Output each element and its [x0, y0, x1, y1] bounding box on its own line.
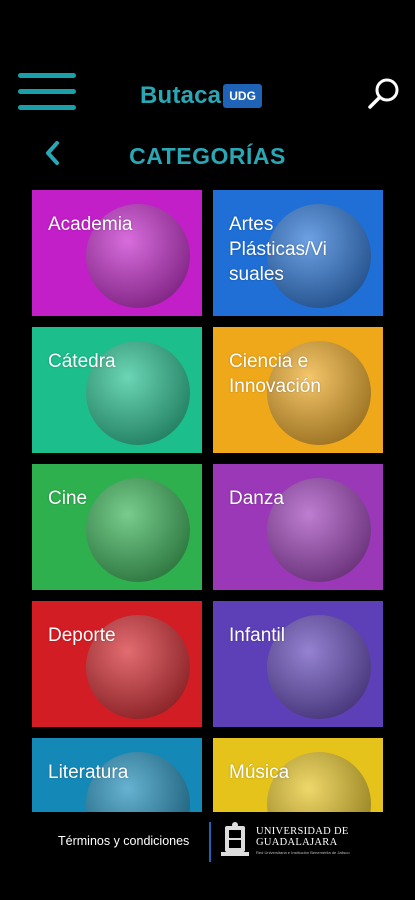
hamburger-menu-icon[interactable]: [18, 73, 76, 111]
category-label: Academia: [48, 214, 133, 235]
udg-name-line1: UNIVERSIDAD DE: [256, 826, 349, 837]
category-tile[interactable]: Infantil: [213, 601, 383, 727]
search-icon[interactable]: [366, 76, 402, 112]
category-label: Música: [229, 762, 290, 783]
category-label: Deporte: [48, 625, 116, 646]
app-screen: Butaca UDG CATEGORÍAS Academia Artes Plást…: [0, 0, 415, 900]
butaca-udg-logo: Butaca UDG: [140, 78, 270, 114]
category-tile[interactable]: Música: [213, 738, 383, 812]
category-label: Danza: [229, 488, 284, 509]
categories-grid: Academia Artes Plásticas/Vi suales Cátedra Ci…: [0, 190, 415, 812]
terms-link[interactable]: Términos y condiciones: [58, 834, 189, 848]
category-tile[interactable]: Cátedra: [32, 327, 202, 453]
category-label: Infantil: [229, 625, 285, 646]
footer: Términos y condiciones UNIVERSIDAD DE GU…: [0, 812, 415, 900]
logo-text: Butaca: [140, 82, 222, 109]
udg-tagline: Red Universitaria e Institución Beneméri…: [256, 850, 350, 855]
category-label: Ciencia e Innovación: [229, 351, 321, 397]
app-header: Butaca UDG CATEGORÍAS: [0, 0, 415, 169]
udg-name-line2: GUADALAJARA: [256, 837, 338, 848]
category-label: Cine: [48, 488, 88, 509]
logo-badge: UDG: [215, 84, 270, 108]
udg-crest-icon: [221, 822, 249, 856]
udg-logo: UNIVERSIDAD DE GUADALAJARA Red Universit…: [218, 820, 358, 864]
page-title: CATEGORÍAS: [129, 143, 286, 169]
category-tile[interactable]: Ciencia e Innovación: [213, 327, 383, 453]
category-label: Artes Plásticas/Vi suales: [229, 214, 327, 285]
category-tile[interactable]: Cine: [32, 464, 202, 590]
category-tile[interactable]: Artes Plásticas/Vi suales: [213, 190, 383, 316]
category-tile[interactable]: Deporte: [32, 601, 202, 727]
category-label: Literatura: [48, 762, 129, 783]
category-tile[interactable]: Danza: [213, 464, 383, 590]
category-tile[interactable]: Literatura: [32, 738, 202, 812]
footer-divider: [209, 822, 211, 862]
category-label: Cátedra: [48, 351, 116, 372]
category-tile[interactable]: Academia: [32, 190, 202, 316]
